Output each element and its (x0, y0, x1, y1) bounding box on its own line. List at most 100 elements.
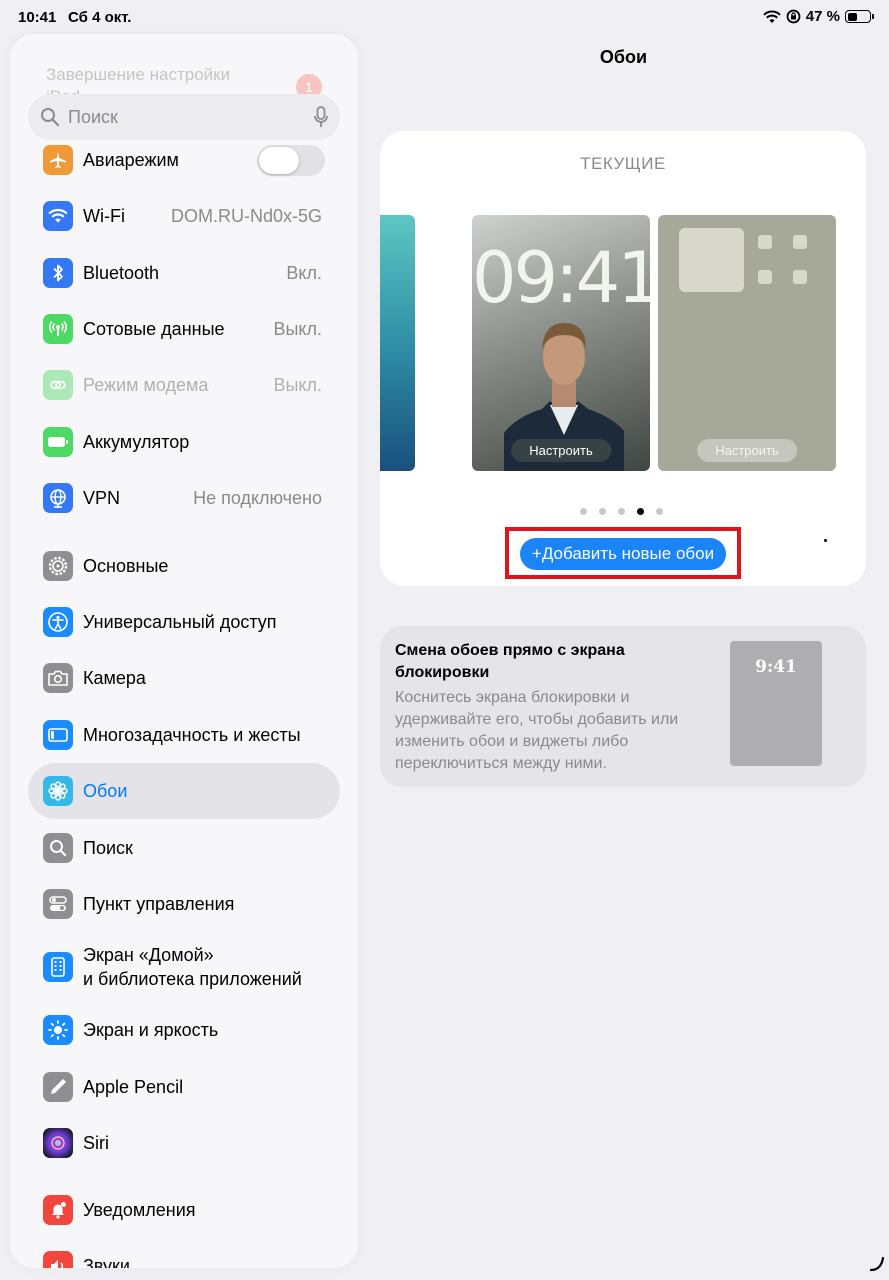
app-icon-placeholder (793, 235, 807, 249)
sidebar-item-label: Экран «Домой» (83, 945, 214, 965)
sidebar-item-battery[interactable]: Аккумулятор (10, 416, 358, 468)
status-date: Сб 4 окт. (68, 9, 132, 26)
hotspot-icon (43, 370, 73, 400)
cellular-value: Выкл. (273, 318, 322, 339)
sidebar-item-siri[interactable]: Siri (10, 1117, 358, 1169)
sidebar-item-label: Пункт управления (83, 893, 235, 914)
sidebar-item-search[interactable]: Поиск (10, 822, 358, 874)
app-icon-placeholder (758, 270, 772, 284)
sidebar-item-hotspot[interactable]: Режим модема Выкл. (10, 359, 358, 411)
sidebar-item-label: Apple Pencil (83, 1076, 184, 1097)
tip-preview-time: 9:41 (755, 657, 797, 677)
siri-icon (43, 1128, 73, 1158)
sidebar-item-label: Siri (83, 1132, 109, 1153)
page-dot[interactable] (580, 508, 587, 515)
bluetooth-value: Вкл. (286, 262, 322, 283)
sidebar-item-label: Режим модема (83, 374, 209, 395)
page-dot[interactable] (618, 508, 625, 515)
wifi-status-icon (763, 10, 781, 23)
sidebar-item-label: Обои (83, 780, 128, 801)
speaker-icon (43, 1251, 73, 1268)
sidebar-item-accessibility[interactable]: Универсальный доступ (10, 596, 358, 648)
sidebar-item-label: Камера (83, 667, 146, 688)
camera-icon (43, 663, 73, 693)
app-icon-placeholder (793, 270, 807, 284)
switches-icon (43, 889, 73, 919)
sidebar-item-label: Поиск (83, 837, 133, 858)
sidebar-item-multitasking[interactable]: Многозадачность и жесты (10, 709, 358, 761)
lock-screen-tip-card: Смена обоев прямо с экрана блокировки Ко… (380, 626, 866, 787)
customize-lock-button[interactable]: Настроить (511, 439, 611, 462)
lock-screen-clock: 09:41 (472, 237, 650, 319)
sidebar-item-label: Bluetooth (83, 262, 160, 283)
current-label: ТЕКУЩИЕ (580, 154, 666, 173)
sidebar-item-notifications[interactable]: Уведомления (10, 1184, 358, 1236)
sidebar-item-display[interactable]: Экран и яркость (10, 1004, 358, 1056)
sidebar-item-label: Универсальный доступ (83, 611, 277, 632)
dot-mark (824, 539, 827, 542)
multitasking-icon (43, 720, 73, 750)
sidebar-item-label: Авиарежим (83, 149, 179, 170)
sidebar-item-label: Аккумулятор (83, 431, 190, 452)
previous-wallpaper-preview[interactable] (380, 215, 415, 471)
status-time: 10:41 (18, 9, 57, 26)
sidebar-item-label: Уведомления (83, 1199, 196, 1220)
widget-placeholder (679, 228, 744, 292)
search-icon (43, 833, 73, 863)
flower-icon (43, 776, 73, 806)
bluetooth-icon (43, 258, 73, 288)
globe-icon (43, 483, 73, 513)
tip-description: Коснитесь экрана блокировки и удерживайт… (395, 689, 679, 772)
sidebar-item-apple-pencil[interactable]: Apple Pencil (10, 1061, 358, 1113)
status-right: 47 % (763, 8, 874, 25)
pencil-icon (43, 1072, 73, 1102)
sidebar-item-wallpaper[interactable]: Обои (28, 763, 340, 819)
sidebar-item-label: Экран и яркость (83, 1019, 219, 1040)
wifi-network-value: DOM.RU-Nd0x-5G (170, 205, 322, 226)
microphone-icon[interactable] (314, 106, 328, 128)
sidebar-item-label: Wi-Fi (83, 205, 125, 226)
airplane-mode-toggle[interactable] (257, 144, 325, 176)
sidebar-item-label-line2: и библиотека приложений (83, 969, 302, 989)
sidebar-item-bluetooth[interactable]: Bluetooth Вкл. (10, 247, 358, 299)
add-wallpaper-button[interactable]: +Добавить новые обои (520, 538, 726, 570)
sidebar-item-cellular[interactable]: Сотовые данные Выкл. (10, 303, 358, 355)
sidebar-item-home-screen[interactable]: Экран «Домой» и библиотека приложений (10, 940, 358, 994)
bell-icon (43, 1195, 73, 1225)
sidebar-item-general[interactable]: Основные (10, 540, 358, 592)
hotspot-value: Выкл. (273, 374, 322, 395)
sidebar-item-label: Звуки (83, 1255, 130, 1269)
sidebar-item-label: Многозадачность и жесты (83, 724, 301, 745)
page-indicator[interactable] (580, 508, 663, 515)
vpn-value: Не подключено (193, 487, 322, 508)
page-title: Обои (599, 47, 648, 67)
accessibility-icon (43, 607, 73, 637)
sidebar-item-sounds[interactable]: Звуки (10, 1240, 358, 1268)
sidebar-item-vpn[interactable]: VPN Не подключено (10, 472, 358, 524)
sidebar-item-camera[interactable]: Камера (10, 652, 358, 704)
home-screen-preview[interactable]: Настроить (658, 215, 836, 471)
sidebar-item-control-center[interactable]: Пункт управления (10, 878, 358, 930)
orientation-lock-icon (786, 9, 801, 24)
airplane-icon (43, 145, 73, 175)
status-bar: 10:41 Сб 4 окт. 47 % (0, 0, 889, 34)
tip-lock-preview: 9:41 (730, 641, 822, 766)
battery-icon (845, 10, 874, 23)
page-dot[interactable] (656, 508, 663, 515)
sidebar-item-wifi[interactable]: Wi-Fi DOM.RU-Nd0x-5G (10, 190, 358, 242)
wifi-icon (43, 201, 73, 231)
sidebar-item-label: VPN (83, 487, 121, 508)
sidebar-item-label: Основные (83, 555, 169, 576)
lock-screen-preview[interactable]: 09:41 Настроить (472, 215, 650, 471)
search-placeholder: Поиск (68, 106, 118, 127)
sidebar-item-airplane[interactable]: Авиарежим (10, 134, 358, 186)
page-dot[interactable] (637, 508, 644, 515)
app-icon-placeholder (758, 235, 772, 249)
settings-sidebar: Завершение настройки iPad 1 Поиск Авиаре… (10, 34, 358, 1268)
page-dot[interactable] (599, 508, 606, 515)
sun-icon (43, 1015, 73, 1045)
search-icon (41, 108, 60, 127)
tip-title: Смена обоев прямо с экрана блокировки (395, 642, 625, 681)
customize-home-button[interactable]: Настроить (697, 439, 797, 462)
gear-icon (43, 551, 73, 581)
